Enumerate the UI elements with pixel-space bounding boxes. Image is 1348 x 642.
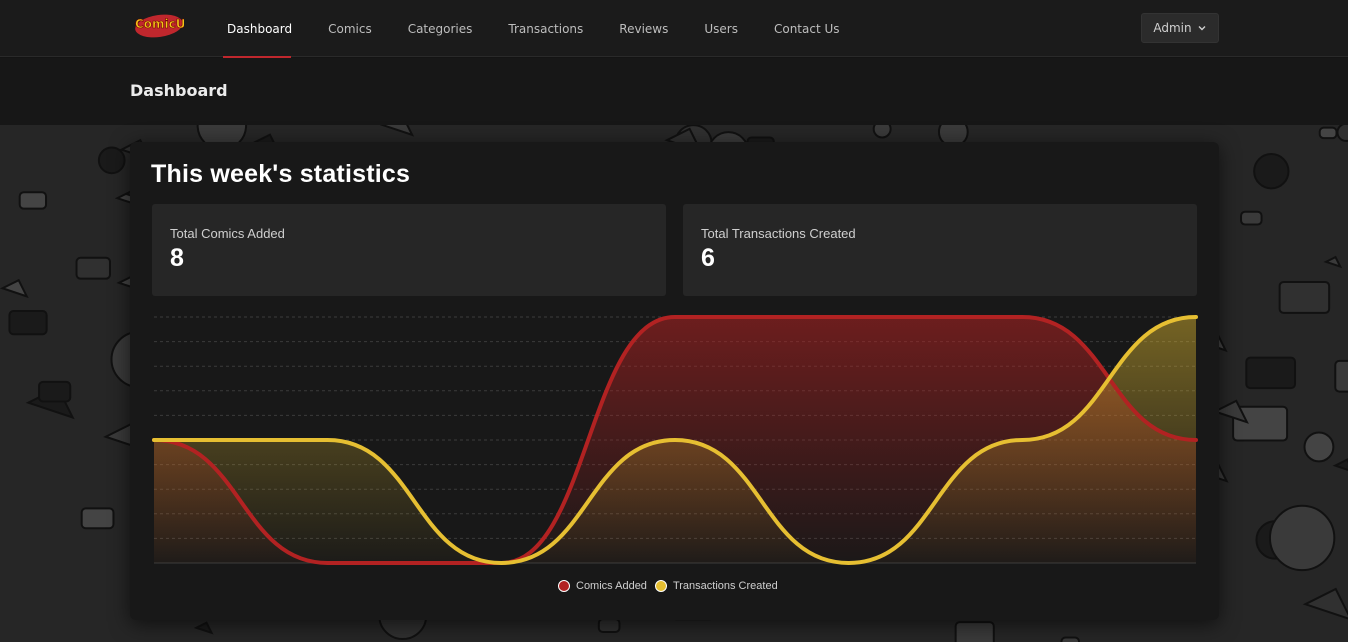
weekly-statistics-chart bbox=[152, 314, 1198, 566]
legend-item-transactions[interactable]: Transactions Created bbox=[654, 580, 778, 592]
legend-item-comics[interactable]: Comics Added bbox=[558, 580, 647, 592]
legend-label: Comics Added bbox=[576, 580, 647, 592]
legend-swatch-yellow bbox=[654, 580, 667, 592]
chart-series bbox=[152, 314, 1198, 566]
legend-label: Transactions Created bbox=[672, 580, 778, 592]
legend-swatch-red bbox=[558, 580, 570, 592]
chart-legend: Comics Added Transactions Created bbox=[558, 580, 786, 592]
